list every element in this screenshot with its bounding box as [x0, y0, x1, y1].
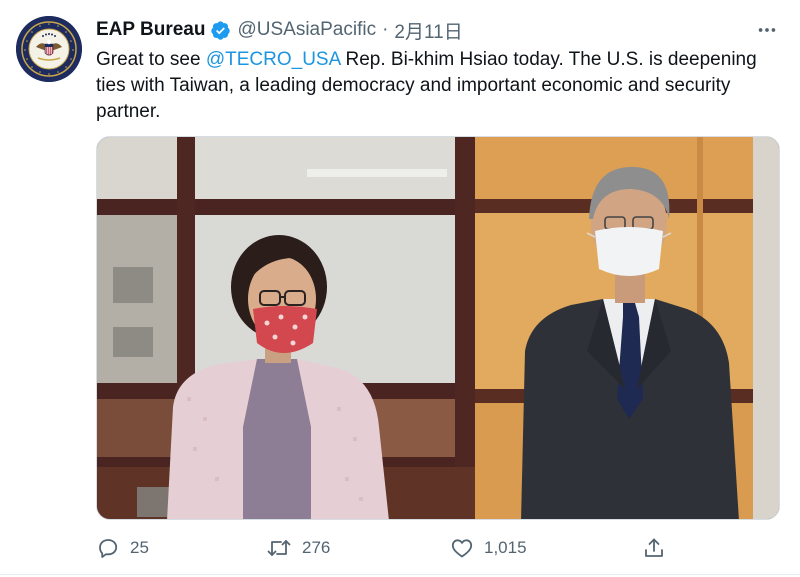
display-name[interactable]: EAP Bureau	[96, 19, 205, 41]
share-button[interactable]	[642, 533, 666, 563]
tweet-header: EAP Bureau @USAsiaPacific · 2月11日	[96, 16, 463, 44]
retweet-count: 276	[302, 538, 331, 557]
user-handle[interactable]: @USAsiaPacific	[237, 19, 376, 41]
separator-dot: ·	[382, 19, 389, 40]
tweet-text: Great to see @TECRO_USA Rep. Bi-khim Hsi…	[96, 47, 786, 125]
tweet[interactable]: EAP Bureau @USAsiaPacific · 2月11日 Great …	[0, 0, 800, 577]
verified-badge-icon	[210, 20, 231, 41]
divider	[0, 574, 800, 575]
like-count: 1,015	[484, 538, 527, 557]
more-horizontal-icon	[758, 28, 776, 32]
reply-count: 25	[130, 538, 149, 557]
retweet-button[interactable]: 276	[266, 533, 330, 563]
mention-link[interactable]: @TECRO_USA	[206, 49, 340, 70]
office-photo-image	[97, 137, 779, 519]
like-button[interactable]: 1,015	[450, 533, 527, 563]
more-options-button[interactable]	[752, 16, 782, 44]
tweet-photo[interactable]	[96, 136, 780, 520]
avatar[interactable]	[16, 16, 82, 82]
tweet-date[interactable]: 2月11日	[394, 17, 462, 44]
share-icon	[645, 538, 663, 557]
reply-button[interactable]: 25	[96, 533, 149, 563]
state-seal-icon	[16, 16, 82, 82]
tweet-text-start: Great to see	[96, 49, 206, 70]
heart-icon	[451, 539, 473, 558]
tweet-actions: 25 276 1,015	[96, 533, 776, 563]
retweet-icon	[267, 540, 291, 556]
reply-icon	[99, 539, 118, 558]
